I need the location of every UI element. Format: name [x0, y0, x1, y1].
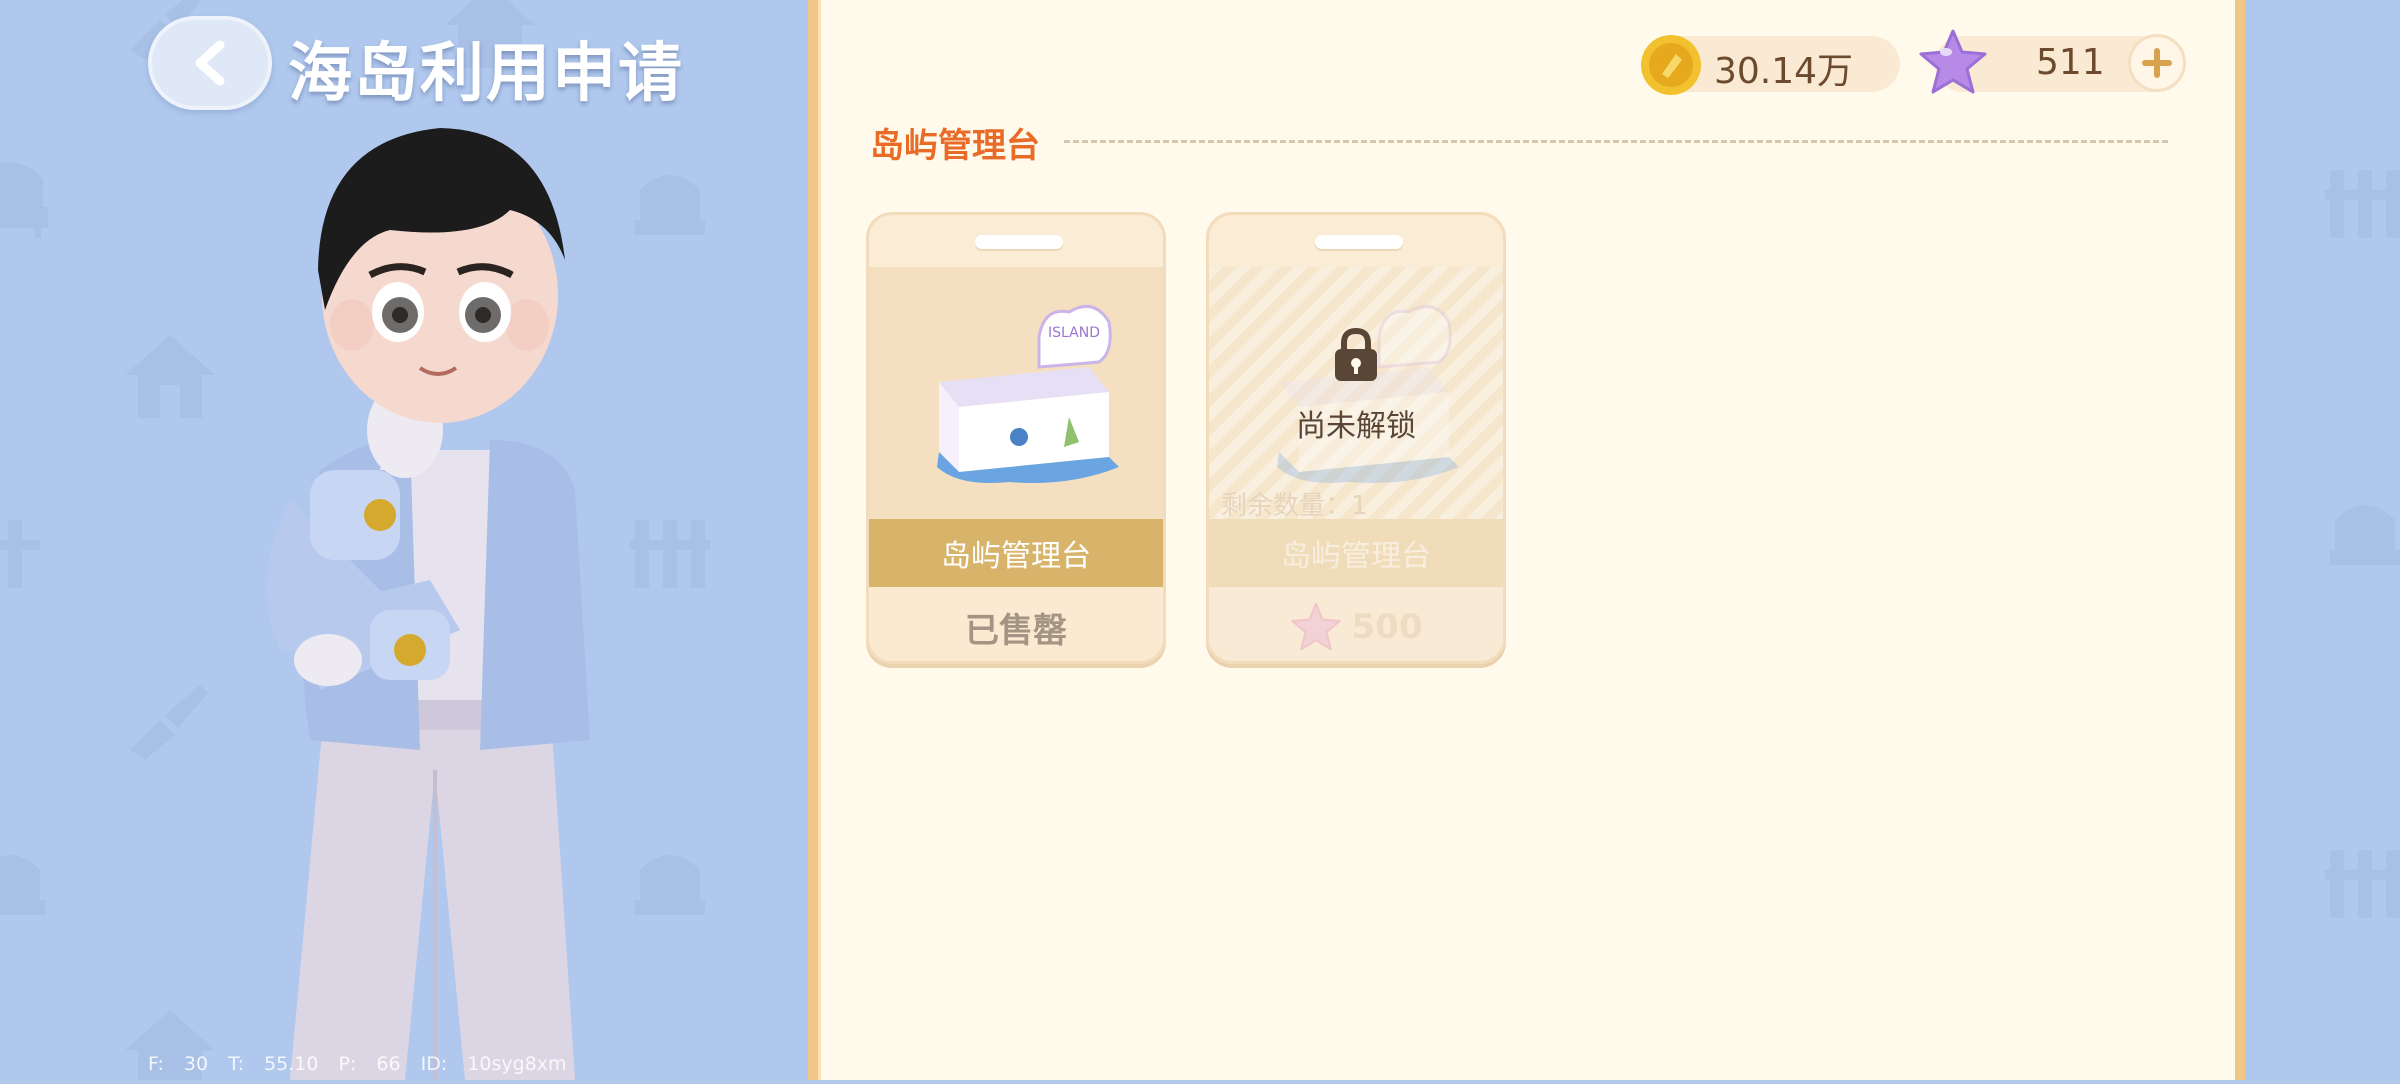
pattern-chair-icon [0, 840, 50, 930]
debug-overlay-text: F: 30 T: 55.10 P: 66 ID: 10syg8xm [148, 1053, 567, 1075]
svg-text:ISLAND: ISLAND [1048, 325, 1100, 341]
pattern-fence-icon [2325, 840, 2400, 920]
plus-icon [2142, 48, 2172, 78]
coin-icon [1640, 34, 1702, 100]
island-console-image-faded [1277, 304, 1459, 483]
lock-icon [1335, 327, 1377, 381]
card-hanger-slot [975, 235, 1063, 249]
price-row: 500 [1209, 587, 1503, 661]
panel-divider [818, 0, 821, 1080]
item-name: 岛屿管理台 [1209, 519, 1503, 587]
lock-container [1209, 327, 1503, 387]
card-hanger-slot [1315, 235, 1403, 249]
pattern-chair-icon [2325, 490, 2400, 580]
pattern-brush-icon [120, 680, 210, 760]
right-background [2245, 0, 2400, 1080]
pattern-house-icon [120, 330, 220, 420]
star-value: 511 [2036, 42, 2105, 83]
card-image-area: ISLAND [869, 267, 1163, 519]
back-button[interactable] [148, 16, 272, 110]
add-stars-button[interactable] [2128, 34, 2186, 92]
remaining-quantity: 剩余数量：1 [1221, 491, 1368, 521]
island-console-image: ISLAND [937, 304, 1119, 483]
coin-value: 30.14万 [1714, 51, 1854, 92]
player-character [230, 110, 650, 1080]
card-image-area [1209, 267, 1503, 519]
section-divider [1064, 140, 2168, 143]
section-title: 岛屿管理台 [870, 126, 1040, 166]
locked-label: 尚未解锁 [1296, 409, 1416, 444]
pattern-fence-icon [0, 510, 40, 590]
page-title: 海岛利用申请 [288, 37, 684, 111]
price-value: 500 [1351, 607, 1423, 647]
item-name: 岛屿管理台 [869, 519, 1163, 587]
item-card[interactable]: ISLAND 岛屿管理台 已售罄 [866, 212, 1166, 664]
star-icon [1918, 28, 1988, 100]
back-arrow-icon [195, 40, 225, 86]
item-card-locked[interactable]: 尚未解锁 剩余数量：1 岛屿管理台 500 [1206, 212, 1506, 664]
pattern-chair-icon [0, 150, 50, 240]
sold-out-label: 已售罄 [869, 587, 1163, 661]
star-price-icon [1290, 603, 1341, 651]
pattern-fence-icon [2325, 160, 2400, 240]
